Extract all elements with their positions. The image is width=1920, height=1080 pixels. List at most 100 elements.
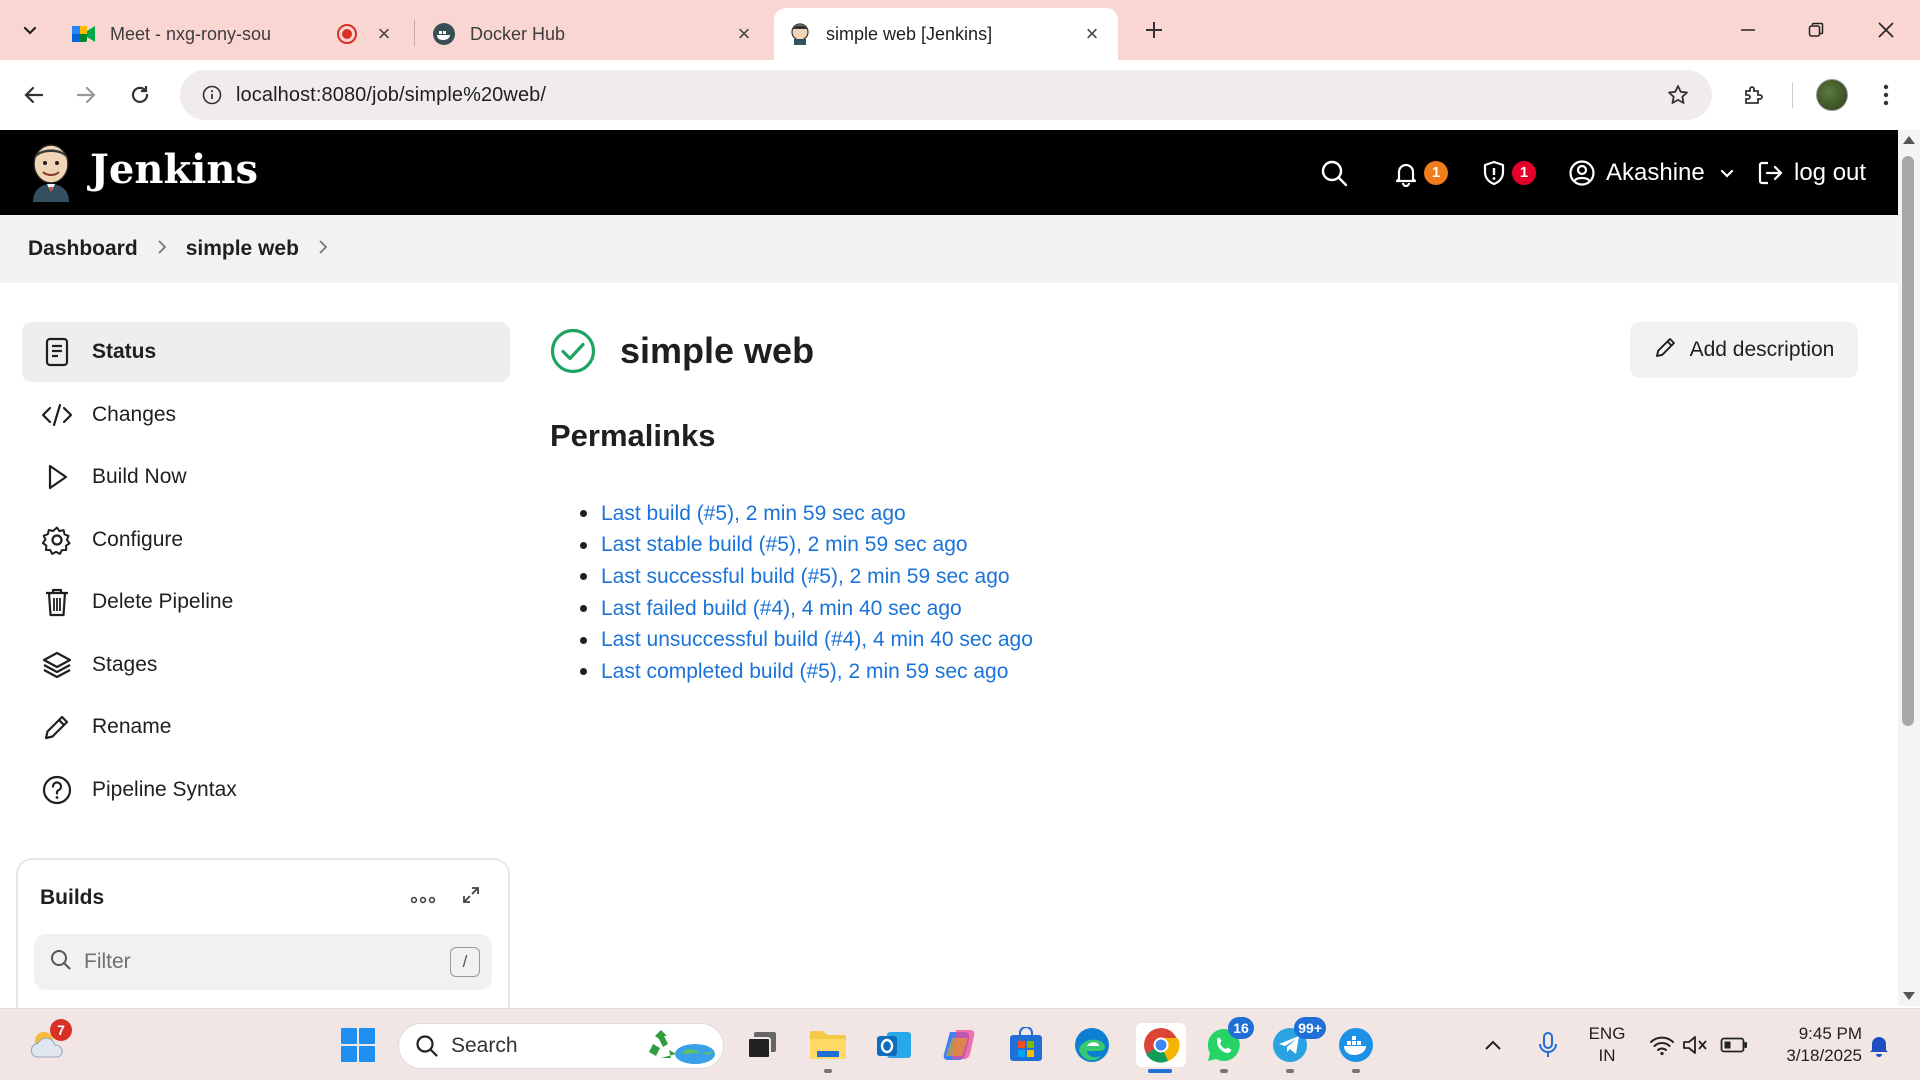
weather-widget[interactable]: 7 [26,1019,72,1067]
address-bar[interactable]: localhost:8080/job/simple%20web/ [180,70,1712,120]
extensions-button[interactable] [1734,75,1774,115]
tab-docker-hub[interactable]: Docker Hub × [418,8,770,60]
new-tab-button[interactable] [1136,12,1172,48]
jenkins-brand[interactable]: Jenkins [90,146,258,193]
sidebar-item-build-now[interactable]: Build Now [22,447,510,507]
volume-muted-icon[interactable] [1678,1023,1712,1067]
help-icon [40,773,74,807]
whatsapp-button[interactable]: 16 [1202,1017,1254,1073]
puzzle-icon [1745,86,1763,104]
permalinks-heading: Permalinks [550,418,716,453]
sidebar-item-status[interactable]: Status [22,322,510,382]
chevron-right-icon[interactable] [317,238,329,261]
permalink-last-build[interactable]: Last build (#5), 2 min 59 sec ago [601,502,906,526]
add-description-button[interactable]: Add description [1630,322,1858,378]
user-menu[interactable]: Akashine [1568,130,1735,215]
clock[interactable]: 9:45 PM 3/18/2025 [1762,1023,1862,1067]
file-explorer-button[interactable] [806,1023,850,1073]
permalink-last-completed-build[interactable]: Last completed build (#5), 2 min 59 sec … [601,660,1008,684]
minimize-button[interactable] [1714,0,1782,60]
pencil-icon [40,710,74,744]
battery-icon[interactable] [1716,1023,1752,1067]
microsoft-store-button[interactable] [1004,1023,1048,1067]
more-horizontal-icon[interactable] [410,884,436,910]
chrome-menu-button[interactable] [1866,75,1906,115]
show-hidden-icons-button[interactable] [1478,1023,1508,1067]
list-item: Last failed build (#4), 4 min 40 sec ago [580,593,1033,625]
reload-button[interactable] [120,75,160,115]
user-name: Akashine [1606,158,1705,186]
code-icon [40,398,74,432]
permalink-last-unsuccessful-build[interactable]: Last unsuccessful build (#4), 4 min 40 s… [601,628,1033,652]
tab-jenkins[interactable]: simple web [Jenkins] × [774,8,1118,60]
bookmark-star-icon[interactable] [1658,83,1698,107]
language-indicator[interactable]: ENG IN [1582,1023,1632,1067]
forward-button[interactable] [66,75,106,115]
copilot-icon [943,1030,975,1060]
sidebar-item-pipeline-syntax[interactable]: Pipeline Syntax [22,760,510,820]
tab-meet[interactable]: Meet - nxg-rony-sou × [58,8,410,60]
more-vertical-icon [1883,84,1889,106]
notification-center-button[interactable] [1862,1023,1896,1067]
page-scrollbar[interactable] [1898,130,1920,1006]
list-item: Last successful build (#5), 2 min 59 sec… [580,561,1033,593]
profile-button[interactable] [1812,75,1852,115]
toolbar-divider [1792,82,1793,108]
outlook-button[interactable] [872,1023,916,1067]
taskbar-search-label: Search [451,1034,518,1057]
tab-title: Meet - nxg-rony-sou [110,23,272,44]
microphone-button[interactable] [1528,1023,1568,1067]
start-button[interactable] [336,1023,380,1067]
search-icon [416,1035,438,1057]
play-icon [40,460,74,494]
logout-button[interactable]: log out [1756,130,1866,215]
breadcrumb-dashboard[interactable]: Dashboard [28,237,138,261]
task-view-button[interactable] [740,1023,784,1067]
copilot-button[interactable] [938,1023,982,1067]
outlook-icon [877,1032,911,1058]
language-line2: IN [1598,1046,1616,1065]
jenkins-logo-icon[interactable] [28,142,74,202]
notifications-button[interactable]: 1 [1392,130,1448,215]
security-button[interactable]: 1 [1480,130,1536,215]
close-icon[interactable]: × [732,21,756,46]
security-badge: 1 [1512,160,1536,185]
docker-desktop-button[interactable] [1334,1023,1378,1073]
trash-icon [40,585,74,619]
breadcrumb-job[interactable]: simple web [186,237,299,261]
sidebar-item-delete-pipeline[interactable]: Delete Pipeline [22,572,510,632]
arrow-left-icon [24,86,44,104]
edge-button[interactable] [1070,1023,1114,1067]
chrome-button[interactable] [1136,1023,1186,1073]
telegram-badge: 99+ [1294,1017,1326,1039]
search-icon [1321,160,1348,186]
close-icon[interactable]: × [372,21,396,46]
scroll-down-icon[interactable] [1903,992,1915,1000]
sidebar-item-rename[interactable]: Rename [22,697,510,757]
scrollbar-thumb[interactable] [1902,156,1914,726]
telegram-button[interactable]: 99+ [1268,1017,1326,1073]
restore-button[interactable] [1782,0,1850,60]
permalink-last-failed-build[interactable]: Last failed build (#4), 4 min 40 sec ago [601,597,962,621]
url-text[interactable]: localhost:8080/job/simple%20web/ [236,84,1658,107]
document-icon [40,335,74,369]
close-window-button[interactable] [1852,0,1920,60]
sidebar-item-configure[interactable]: Configure [22,510,510,570]
taskbar-search[interactable]: Search [398,1023,724,1069]
recording-icon [336,23,358,45]
site-info-icon[interactable] [192,85,232,105]
permalink-last-successful-build[interactable]: Last successful build (#5), 2 min 59 sec… [601,565,1010,589]
close-icon[interactable]: × [1080,21,1104,46]
pencil-icon [1654,335,1678,365]
layers-icon [40,648,74,682]
expand-icon[interactable] [462,886,480,909]
scroll-up-icon[interactable] [1903,136,1915,144]
sidebar-item-stages[interactable]: Stages [22,635,510,695]
permalink-last-stable-build[interactable]: Last stable build (#5), 2 min 59 sec ago [601,533,968,557]
builds-filter-input[interactable]: Filter / [34,934,492,990]
sidebar-item-label: Configure [92,527,184,551]
search-button[interactable] [1320,130,1348,215]
sidebar-item-changes[interactable]: Changes [22,385,510,445]
back-button[interactable] [14,75,54,115]
tab-search-button[interactable] [12,12,48,48]
